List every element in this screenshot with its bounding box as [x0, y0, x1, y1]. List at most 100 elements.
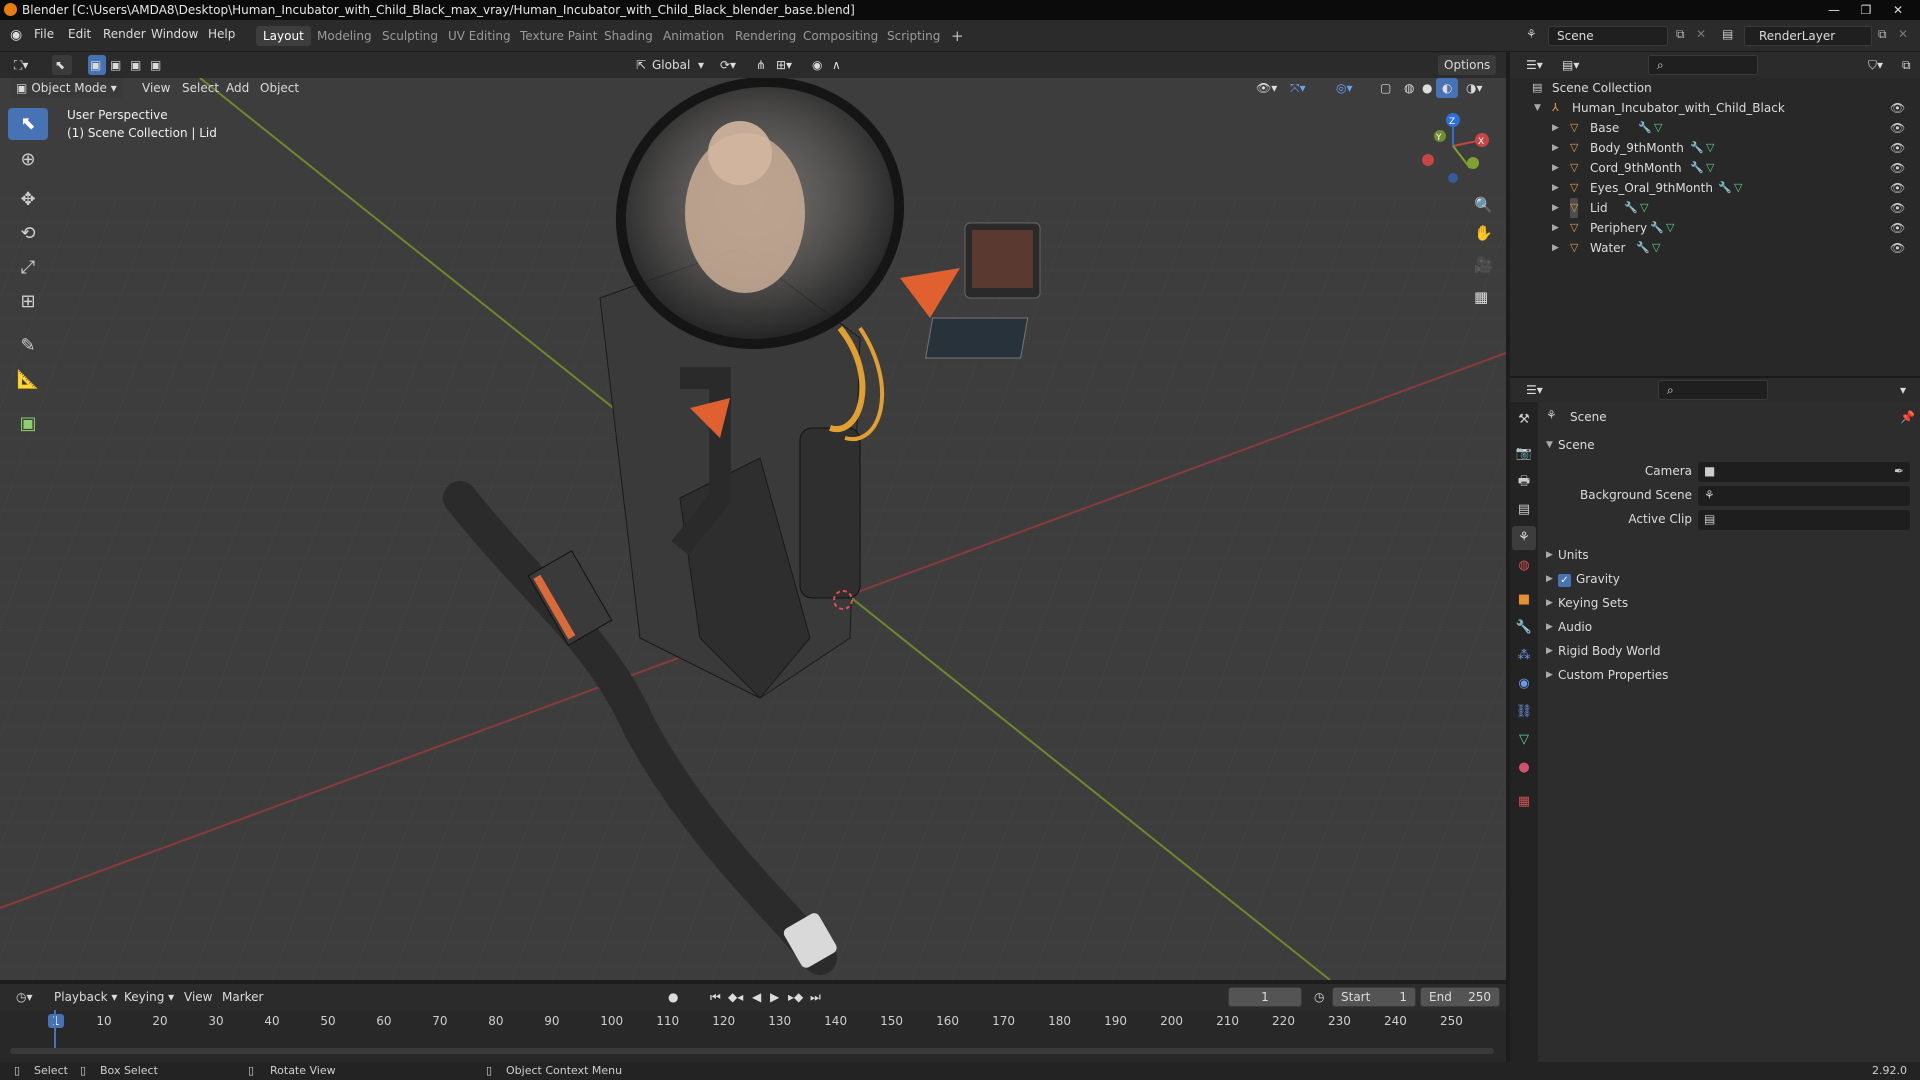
new-renderlayer-icon[interactable]: ⧉	[1878, 27, 1887, 42]
texture-tab-icon[interactable]: ▦	[1512, 790, 1536, 814]
scene-tab-icon[interactable]: ⚘	[1512, 526, 1536, 550]
keying-sets-panel[interactable]: Keying Sets	[1558, 596, 1628, 610]
outliner-row-base[interactable]: ▶ ▽ Base 🔧 ▽ 👁	[1510, 118, 1920, 138]
blender-menu-icon[interactable]: ◉	[10, 27, 22, 43]
minimize-button[interactable]: —	[1820, 0, 1848, 20]
outliner-display-mode-icon[interactable]: ▤▾	[1556, 55, 1585, 75]
timeline[interactable]: 1102030405060708090100110120130140150160…	[0, 1010, 1506, 1062]
visibility-icon[interactable]: 👁▾	[1250, 78, 1283, 98]
autokey-record-icon[interactable]: ●	[662, 987, 684, 1007]
expand-icon[interactable]: ▶	[1546, 574, 1553, 584]
mesh-data-icon[interactable]: ▽	[1706, 158, 1714, 178]
3d-viewport[interactable]: Z X Y	[0, 78, 1506, 980]
units-panel[interactable]: Units	[1558, 548, 1589, 562]
outliner-row-eyes[interactable]: ▶ ▽ Eyes_Oral_9thMonth 🔧 ▽ 👁	[1510, 178, 1920, 198]
visibility-eye-icon[interactable]: 👁	[1890, 118, 1905, 138]
viewport-menu-view[interactable]: View	[136, 78, 176, 98]
render-tab-icon[interactable]: 📷	[1512, 442, 1536, 466]
rendered-shading-icon[interactable]: ◑▾	[1460, 78, 1489, 98]
mesh-data-icon[interactable]: ▽	[1666, 218, 1674, 238]
gravity-panel[interactable]: Gravity	[1576, 572, 1620, 586]
rotate-tool-icon[interactable]: ⟲	[8, 218, 48, 250]
timeline-view-menu[interactable]: View	[178, 987, 218, 1007]
properties-editor-type-icon[interactable]: ☰▾	[1520, 380, 1549, 400]
add-cube-tool-icon[interactable]: ▣	[8, 408, 48, 440]
rigid-body-world-panel[interactable]: Rigid Body World	[1558, 644, 1661, 658]
playback-menu[interactable]: Playback ▾	[48, 987, 123, 1007]
tab-uv-editing[interactable]: UV Editing	[441, 26, 518, 46]
camera-view-icon[interactable]: 🎥	[1474, 256, 1493, 274]
expand-triangle-icon[interactable]: ▶	[1552, 178, 1559, 198]
timeline-scrollbar[interactable]	[10, 1048, 1494, 1054]
transform-tool-icon[interactable]: ⊞	[8, 286, 48, 318]
viewport-menu-select[interactable]: Select	[176, 78, 225, 98]
viewport-scene[interactable]: Z X Y	[0, 78, 1506, 980]
eyedropper-icon[interactable]: ✒	[1894, 464, 1904, 478]
tab-sculpting[interactable]: Sculpting	[375, 26, 445, 46]
maximize-button[interactable]: ❐	[1852, 0, 1880, 20]
gizmo-toggle-icon[interactable]: ⤧▾	[1284, 78, 1312, 98]
output-tab-icon[interactable]: 🖶	[1512, 470, 1536, 494]
orientation-chevron-icon[interactable]: ▾	[692, 55, 710, 75]
overlay-toggle-icon[interactable]: ◎▾	[1330, 78, 1359, 98]
camera-field[interactable]: ■ ✒	[1698, 462, 1910, 482]
menu-window[interactable]: Window	[151, 27, 198, 41]
new-collection-icon[interactable]: ⧉	[1896, 55, 1917, 75]
active-clip-field[interactable]: ▤	[1698, 510, 1910, 530]
options-dropdown[interactable]: Options	[1438, 55, 1497, 75]
xray-icon[interactable]: ▢	[1374, 78, 1397, 98]
visibility-eye-icon[interactable]: 👁	[1890, 218, 1905, 238]
new-scene-icon[interactable]: ⧉	[1676, 27, 1685, 42]
current-frame-field[interactable]: 1	[1228, 987, 1302, 1007]
measure-tool-icon[interactable]: 📐	[8, 364, 48, 396]
outliner-row-body[interactable]: ▶ ▽ Body_9thMonth 🔧 ▽ 👁	[1510, 138, 1920, 158]
object-mode-dropdown[interactable]: ▣ Object Mode ▾	[10, 78, 123, 98]
visibility-eye-icon[interactable]: 👁	[1890, 138, 1905, 158]
audio-panel[interactable]: Audio	[1558, 620, 1592, 634]
visibility-eye-icon[interactable]: 👁	[1890, 178, 1905, 198]
tab-animation[interactable]: Animation	[656, 26, 731, 46]
snap-target-icon[interactable]: ⊞▾	[770, 55, 798, 75]
close-button[interactable]: ✕	[1884, 0, 1912, 20]
scene-panel-title[interactable]: Scene	[1558, 438, 1595, 452]
pin-icon[interactable]: 📌	[1900, 410, 1915, 424]
jump-end-icon[interactable]: ⏭	[804, 987, 827, 1007]
expand-triangle-icon[interactable]: ▶	[1552, 138, 1559, 158]
outliner-editor-type-icon[interactable]: ☰▾	[1520, 55, 1549, 75]
transform-orientation-dropdown[interactable]: Global	[646, 55, 696, 75]
visibility-eye-icon[interactable]: 👁	[1890, 158, 1905, 178]
outliner-row-periphery[interactable]: ▶ ▽ Periphery 🔧 ▽ 👁	[1510, 218, 1920, 238]
visibility-eye-icon[interactable]: 👁	[1890, 198, 1905, 218]
expand-triangle-icon[interactable]: ▶	[1552, 158, 1559, 178]
properties-options-icon[interactable]: ▾	[1894, 380, 1912, 400]
cursor-tool-icon[interactable]: ⊕	[8, 144, 48, 176]
control-panel[interactable]	[925, 317, 1029, 359]
modifier-wrench-icon[interactable]: 🔧	[1636, 238, 1650, 258]
object-tab-icon[interactable]: ■	[1512, 588, 1536, 612]
select-mode-extend-icon[interactable]: ▣	[108, 55, 126, 75]
tab-modeling[interactable]: Modeling	[310, 26, 379, 46]
expand-icon[interactable]: ▶	[1546, 646, 1553, 656]
expand-icon[interactable]: ▶	[1546, 598, 1553, 608]
editor-type-icon[interactable]: ⛶▾	[8, 55, 34, 75]
menu-render[interactable]: Render	[103, 27, 146, 41]
particles-tab-icon[interactable]: ⁂	[1512, 644, 1536, 668]
playhead[interactable]	[54, 1010, 56, 1050]
modifier-wrench-icon[interactable]: 🔧	[1650, 218, 1664, 238]
outliner-row-scene-collection[interactable]: ▤ Scene Collection	[1510, 78, 1920, 98]
custom-properties-panel[interactable]: Custom Properties	[1558, 668, 1668, 682]
proportional-falloff-icon[interactable]: ∧	[826, 55, 847, 75]
timeline-editor-type-icon[interactable]: ◷▾	[10, 987, 39, 1007]
menu-help[interactable]: Help	[208, 27, 235, 41]
annotate-tool-icon[interactable]: ✎	[8, 330, 48, 362]
mesh-data-icon[interactable]: ▽	[1654, 118, 1662, 138]
physics-tab-icon[interactable]: ◉	[1512, 672, 1536, 696]
move-tool-icon[interactable]: ✥	[8, 184, 48, 216]
modifier-wrench-icon[interactable]: 🔧	[1624, 198, 1638, 218]
mesh-data-icon[interactable]: ▽	[1706, 138, 1714, 158]
expand-icon[interactable]: ▶	[1546, 550, 1553, 560]
expand-icon[interactable]: ▶	[1546, 670, 1553, 680]
tab-compositing[interactable]: Compositing	[796, 26, 885, 46]
pan-hand-icon[interactable]: ✋	[1474, 224, 1493, 242]
end-frame-field[interactable]: End 250	[1420, 987, 1500, 1007]
